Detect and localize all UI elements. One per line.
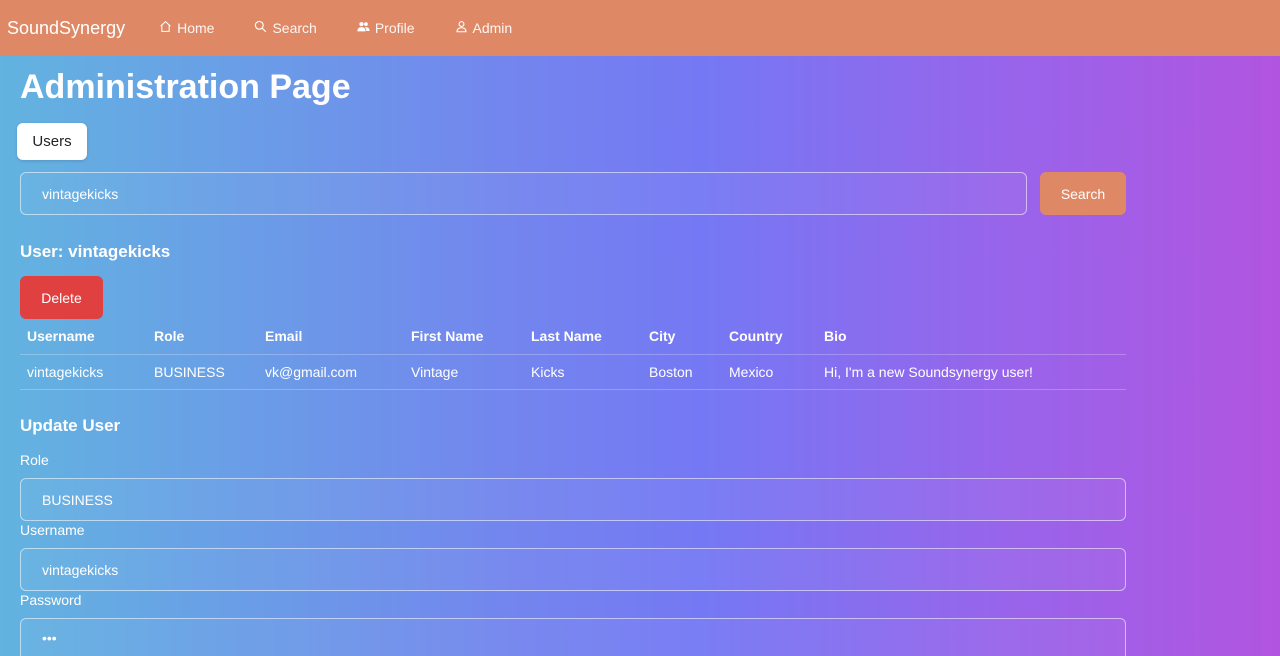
col-role: Role bbox=[147, 319, 258, 355]
update-user-heading: Update User bbox=[20, 416, 121, 435]
nav-home[interactable]: Home bbox=[159, 20, 214, 36]
col-country: Country bbox=[722, 319, 817, 355]
nav-admin[interactable]: Admin bbox=[455, 20, 513, 36]
col-username: Username bbox=[20, 319, 147, 355]
delete-button[interactable]: Delete bbox=[20, 276, 103, 319]
cell-email: vk@gmail.com bbox=[258, 354, 404, 390]
col-email: Email bbox=[258, 319, 404, 355]
user-table: Username Role Email First Name Last Name… bbox=[20, 319, 1126, 390]
table-row: vintagekicks BUSINESS vk@gmail.com Vinta… bbox=[20, 354, 1126, 390]
search-icon bbox=[254, 20, 267, 36]
password-label: Password bbox=[20, 592, 82, 608]
brand-logo[interactable]: SoundSynergy bbox=[7, 18, 125, 39]
home-icon bbox=[159, 20, 172, 36]
search-button[interactable]: Search bbox=[1040, 172, 1126, 215]
nav-search[interactable]: Search bbox=[254, 20, 317, 36]
tab-users[interactable]: Users bbox=[17, 123, 87, 160]
nav-profile[interactable]: Profile bbox=[357, 20, 415, 36]
table-header-row: Username Role Email First Name Last Name… bbox=[20, 319, 1126, 355]
nav-search-label: Search bbox=[272, 20, 317, 36]
top-navbar: SoundSynergy Home Search Profile Admin bbox=[0, 0, 1280, 56]
users-icon bbox=[357, 20, 370, 36]
role-label: Role bbox=[20, 452, 49, 468]
cell-username: vintagekicks bbox=[20, 354, 147, 390]
username-field[interactable]: vintagekicks bbox=[20, 548, 1126, 591]
nav-home-label: Home bbox=[177, 20, 215, 36]
page-title: Administration Page bbox=[20, 68, 351, 106]
password-field[interactable]: ••• bbox=[20, 618, 1126, 656]
nav-profile-label: Profile bbox=[374, 20, 415, 36]
col-bio: Bio bbox=[817, 319, 1126, 355]
cell-country: Mexico bbox=[722, 354, 817, 390]
cell-role: BUSINESS bbox=[147, 354, 258, 390]
col-last-name: Last Name bbox=[524, 319, 642, 355]
cell-last-name: Kicks bbox=[524, 354, 642, 390]
user-heading: User: vintagekicks bbox=[20, 242, 171, 261]
col-first-name: First Name bbox=[404, 319, 524, 355]
col-city: City bbox=[642, 319, 722, 355]
nav-admin-label: Admin bbox=[472, 20, 513, 36]
username-label: Username bbox=[20, 522, 85, 538]
cell-first-name: Vintage bbox=[404, 354, 524, 390]
cell-bio: Hi, I'm a new Soundsynergy user! bbox=[817, 354, 1126, 390]
cell-city: Boston bbox=[642, 354, 722, 390]
role-field[interactable]: BUSINESS bbox=[20, 478, 1126, 521]
search-input[interactable]: vintagekicks bbox=[20, 172, 1027, 215]
user-icon bbox=[455, 20, 468, 36]
